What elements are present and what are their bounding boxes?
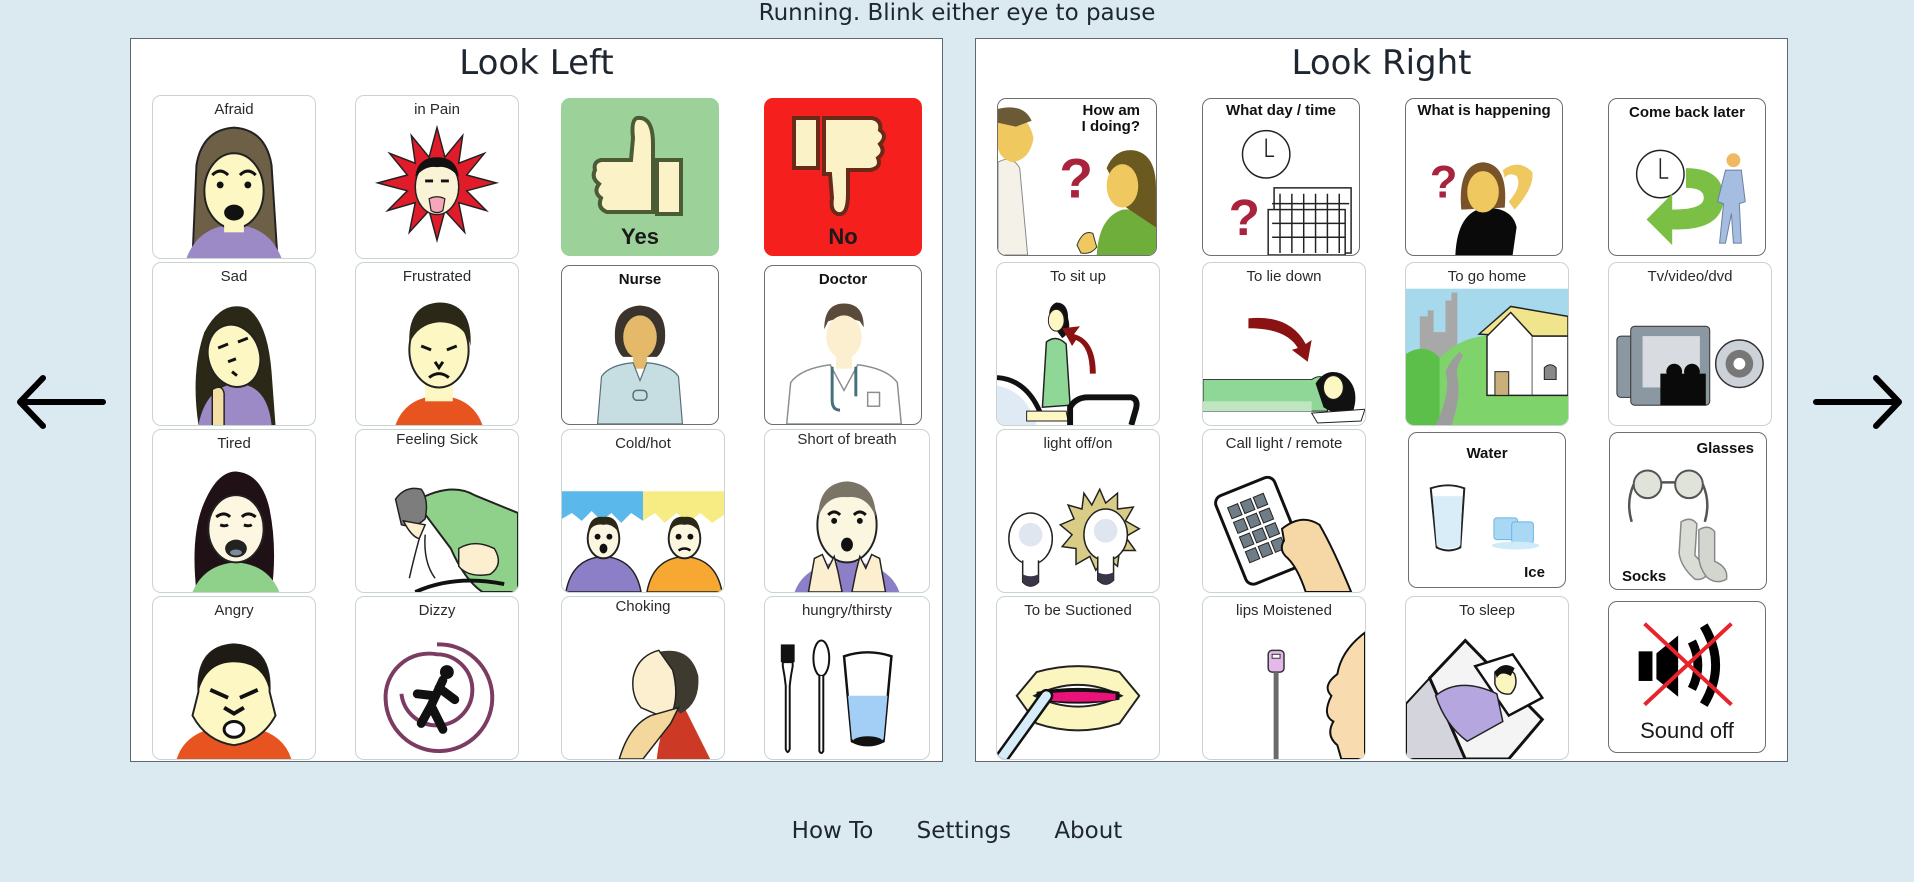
sit-up-icon xyxy=(997,302,1140,425)
card-doctor[interactable]: Doctor xyxy=(764,265,922,425)
nurse-icon xyxy=(596,305,684,424)
clock-calendar-question-icon: ? xyxy=(1229,129,1352,255)
card-hungry-thirsty[interactable]: hungry/thirsty xyxy=(764,596,930,760)
light-bulbs-icon xyxy=(1008,487,1141,587)
card-label: Yes xyxy=(621,224,659,249)
next-page-button[interactable] xyxy=(1812,372,1904,432)
card-glasses-socks[interactable]: Glasses Socks xyxy=(1609,432,1767,590)
pain-burst-icon xyxy=(374,124,500,244)
house-icon xyxy=(1406,288,1568,425)
sad-face-icon xyxy=(195,306,276,425)
how-to-link[interactable]: How To xyxy=(792,818,874,844)
card-to-go-home[interactable]: To go home xyxy=(1405,262,1569,426)
fork-spoon-glass-icon xyxy=(780,639,893,755)
svg-text:?: ? xyxy=(1430,157,1458,208)
afraid-face-icon xyxy=(186,126,282,258)
card-nurse[interactable]: Nurse xyxy=(561,265,719,425)
panel-title: Look Left xyxy=(459,43,614,83)
cold-hot-icon xyxy=(562,491,724,592)
look-left-panel: Look Left Afraid in Pain Yes No Sad Frus… xyxy=(130,38,943,762)
choking-person-icon xyxy=(618,649,711,759)
confused-woman-question-icon: ? xyxy=(1430,157,1533,255)
card-choking[interactable]: Choking xyxy=(561,596,725,760)
card-come-back-later[interactable]: Come back later xyxy=(1608,98,1766,256)
card-what-day-time[interactable]: What day / time ? xyxy=(1202,98,1360,256)
card-cold-hot[interactable]: Cold/hot xyxy=(561,429,725,593)
svg-text:?: ? xyxy=(1059,148,1093,210)
lie-down-icon xyxy=(1203,317,1365,424)
card-frustrated[interactable]: Frustrated xyxy=(355,262,519,426)
card-tv-video-dvd[interactable]: Tv/video/dvd xyxy=(1608,262,1772,426)
look-right-panel: Look Right How am I doing? ? What day / … xyxy=(975,38,1788,762)
card-sound-off[interactable]: Sound off xyxy=(1608,601,1766,753)
card-water[interactable]: Water Ice xyxy=(1408,432,1566,588)
lip-swab-icon xyxy=(1267,631,1365,759)
about-link[interactable]: About xyxy=(1054,818,1122,844)
card-no[interactable]: No xyxy=(764,98,922,256)
dizzy-spiral-icon xyxy=(383,642,495,754)
card-lips-moistened[interactable]: lips Moistened xyxy=(1202,596,1366,760)
card-afraid[interactable]: Afraid xyxy=(152,95,316,259)
card-short-of-breath[interactable]: Short of breath xyxy=(764,429,930,593)
card-sublabel: Ice xyxy=(1524,564,1545,581)
card-light-off-on[interactable]: light off/on xyxy=(996,429,1160,593)
vomiting-person-icon xyxy=(394,487,518,592)
card-how-am-i-doing[interactable]: How am I doing? ? xyxy=(997,98,1157,256)
footer-nav: How To Settings About xyxy=(0,818,1914,844)
sleeping-person-icon xyxy=(1406,638,1545,759)
card-yes[interactable]: Yes xyxy=(561,98,719,256)
previous-page-button[interactable] xyxy=(15,372,107,432)
card-dizzy[interactable]: Dizzy xyxy=(355,596,519,760)
svg-text:?: ? xyxy=(1229,189,1260,246)
frustrated-face-icon xyxy=(395,302,483,425)
card-label: Sound off xyxy=(1640,718,1734,743)
card-tired[interactable]: Tired xyxy=(152,429,316,593)
status-message: Running. Blink either eye to pause xyxy=(758,0,1156,26)
arrow-left-icon xyxy=(17,375,106,429)
card-sad[interactable]: Sad xyxy=(152,262,316,426)
angry-face-icon xyxy=(176,643,292,759)
card-angry[interactable]: Angry xyxy=(152,596,316,760)
card-feeling-sick[interactable]: Feeling Sick xyxy=(355,429,519,593)
tired-face-icon xyxy=(192,471,280,592)
card-what-is-happening[interactable]: What is happening ? xyxy=(1405,98,1563,256)
settings-link[interactable]: Settings xyxy=(917,818,1011,844)
card-call-light-remote[interactable]: Call light / remote xyxy=(1202,429,1366,593)
mouth-suction-icon xyxy=(997,665,1141,759)
card-in-pain[interactable]: in Pain xyxy=(355,95,519,259)
tv-video-icon xyxy=(1616,325,1764,406)
remote-hand-icon xyxy=(1214,475,1353,592)
card-to-sleep[interactable]: To sleep xyxy=(1405,596,1569,760)
card-to-sit-up[interactable]: To sit up xyxy=(996,262,1160,426)
panel-title: Look Right xyxy=(1291,43,1472,83)
card-label: No xyxy=(828,224,858,249)
card-sublabel: Socks xyxy=(1622,568,1667,585)
doctor-icon xyxy=(785,303,902,424)
card-to-be-suctioned[interactable]: To be Suctioned xyxy=(996,596,1160,760)
glasses-socks-icon xyxy=(1627,469,1728,583)
clock-return-person-icon xyxy=(1635,149,1746,246)
doctor-patient-question-icon: ? xyxy=(998,107,1156,255)
breathless-face-icon xyxy=(794,481,900,592)
card-to-lie-down[interactable]: To lie down xyxy=(1202,262,1366,426)
arrow-right-icon xyxy=(1813,375,1902,429)
